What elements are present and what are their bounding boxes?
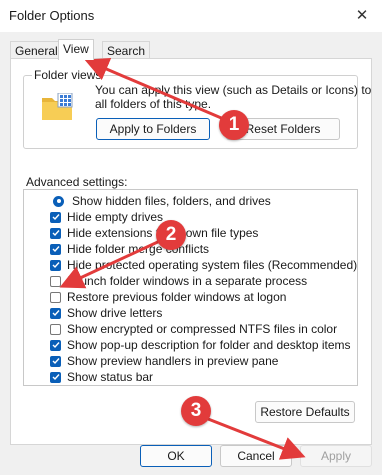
list-item[interactable]: Hide folder merge conflicts xyxy=(50,241,209,257)
apply-to-folders-button[interactable]: Apply to Folders xyxy=(96,118,210,140)
folder-icon xyxy=(41,92,73,121)
list-item[interactable]: Show pop-up description for folder and d… xyxy=(50,337,351,353)
list-item-label: Launch folder windows in a separate proc… xyxy=(67,274,308,288)
checkbox-unchecked[interactable] xyxy=(50,291,61,303)
restore-defaults-button[interactable]: Restore Defaults xyxy=(255,401,355,423)
folder-views-label: Folder views xyxy=(32,68,104,82)
cancel-button[interactable]: Cancel xyxy=(220,445,292,467)
list-item[interactable]: Hide protected operating system files (R… xyxy=(50,257,357,273)
list-item-label: Show drive letters xyxy=(67,306,163,320)
list-item[interactable]: Show preview handlers in preview pane xyxy=(50,353,278,369)
list-item-label: Show status bar xyxy=(67,370,154,384)
radio-selected[interactable] xyxy=(53,195,64,207)
tab-view[interactable]: View xyxy=(58,39,94,60)
list-item-label: Restore previous folder windows at logon xyxy=(67,290,287,304)
list-item-label: Hide protected operating system files (R… xyxy=(67,258,358,272)
callout-badge-2: 2 xyxy=(156,220,186,250)
list-item-label: Hide empty drives xyxy=(67,210,164,224)
checkbox-checked[interactable] xyxy=(50,211,61,223)
list-item-label: Show pop-up description for folder and d… xyxy=(67,338,351,352)
checkbox-checked[interactable] xyxy=(50,227,61,239)
checkbox-checked[interactable] xyxy=(50,307,61,319)
list-item[interactable]: Restore previous folder windows at logon xyxy=(50,289,286,305)
folder-views-description-line1: You can apply this view (such as Details… xyxy=(95,83,372,97)
checkbox-unchecked[interactable] xyxy=(50,275,61,287)
list-item[interactable]: Show hidden files, folders, and drives xyxy=(53,193,271,209)
advanced-settings-label: Advanced settings: xyxy=(26,175,128,189)
close-button[interactable]: ✕ xyxy=(348,2,376,28)
ok-button[interactable]: OK xyxy=(140,445,212,467)
callout-badge-3: 3 xyxy=(181,396,211,426)
list-item-label: Show preview handlers in preview pane xyxy=(67,354,279,368)
checkbox-checked[interactable] xyxy=(50,371,61,383)
checkbox-checked[interactable] xyxy=(50,259,61,271)
list-item-label: Show hidden files, folders, and drives xyxy=(72,194,271,208)
list-item[interactable]: Launch folder windows in a separate proc… xyxy=(50,273,307,289)
list-item[interactable]: Hide extensions for known file types xyxy=(50,225,258,241)
list-item[interactable]: Show status bar xyxy=(50,369,153,385)
list-item[interactable]: Hide empty drives xyxy=(50,209,163,225)
title-bar: Folder Options ✕ xyxy=(0,0,382,32)
list-item-label: Hide folder merge conflicts xyxy=(67,242,210,256)
checkbox-checked[interactable] xyxy=(50,243,61,255)
folder-views-description-line2: all folders of this type. xyxy=(95,97,212,111)
apply-button[interactable]: Apply xyxy=(300,445,372,467)
checkbox-unchecked[interactable] xyxy=(50,323,61,335)
advanced-settings-list[interactable]: Show hidden files, folders, and drives H… xyxy=(23,189,358,386)
list-item-label: Show encrypted or compressed NTFS files … xyxy=(67,322,338,336)
callout-badge-1: 1 xyxy=(219,110,249,140)
checkbox-checked[interactable] xyxy=(50,355,61,367)
list-item[interactable]: Show encrypted or compressed NTFS files … xyxy=(50,321,337,337)
checkbox-checked[interactable] xyxy=(50,339,61,351)
list-item[interactable]: Show drive letters xyxy=(50,305,162,321)
window-title: Folder Options xyxy=(9,8,95,23)
